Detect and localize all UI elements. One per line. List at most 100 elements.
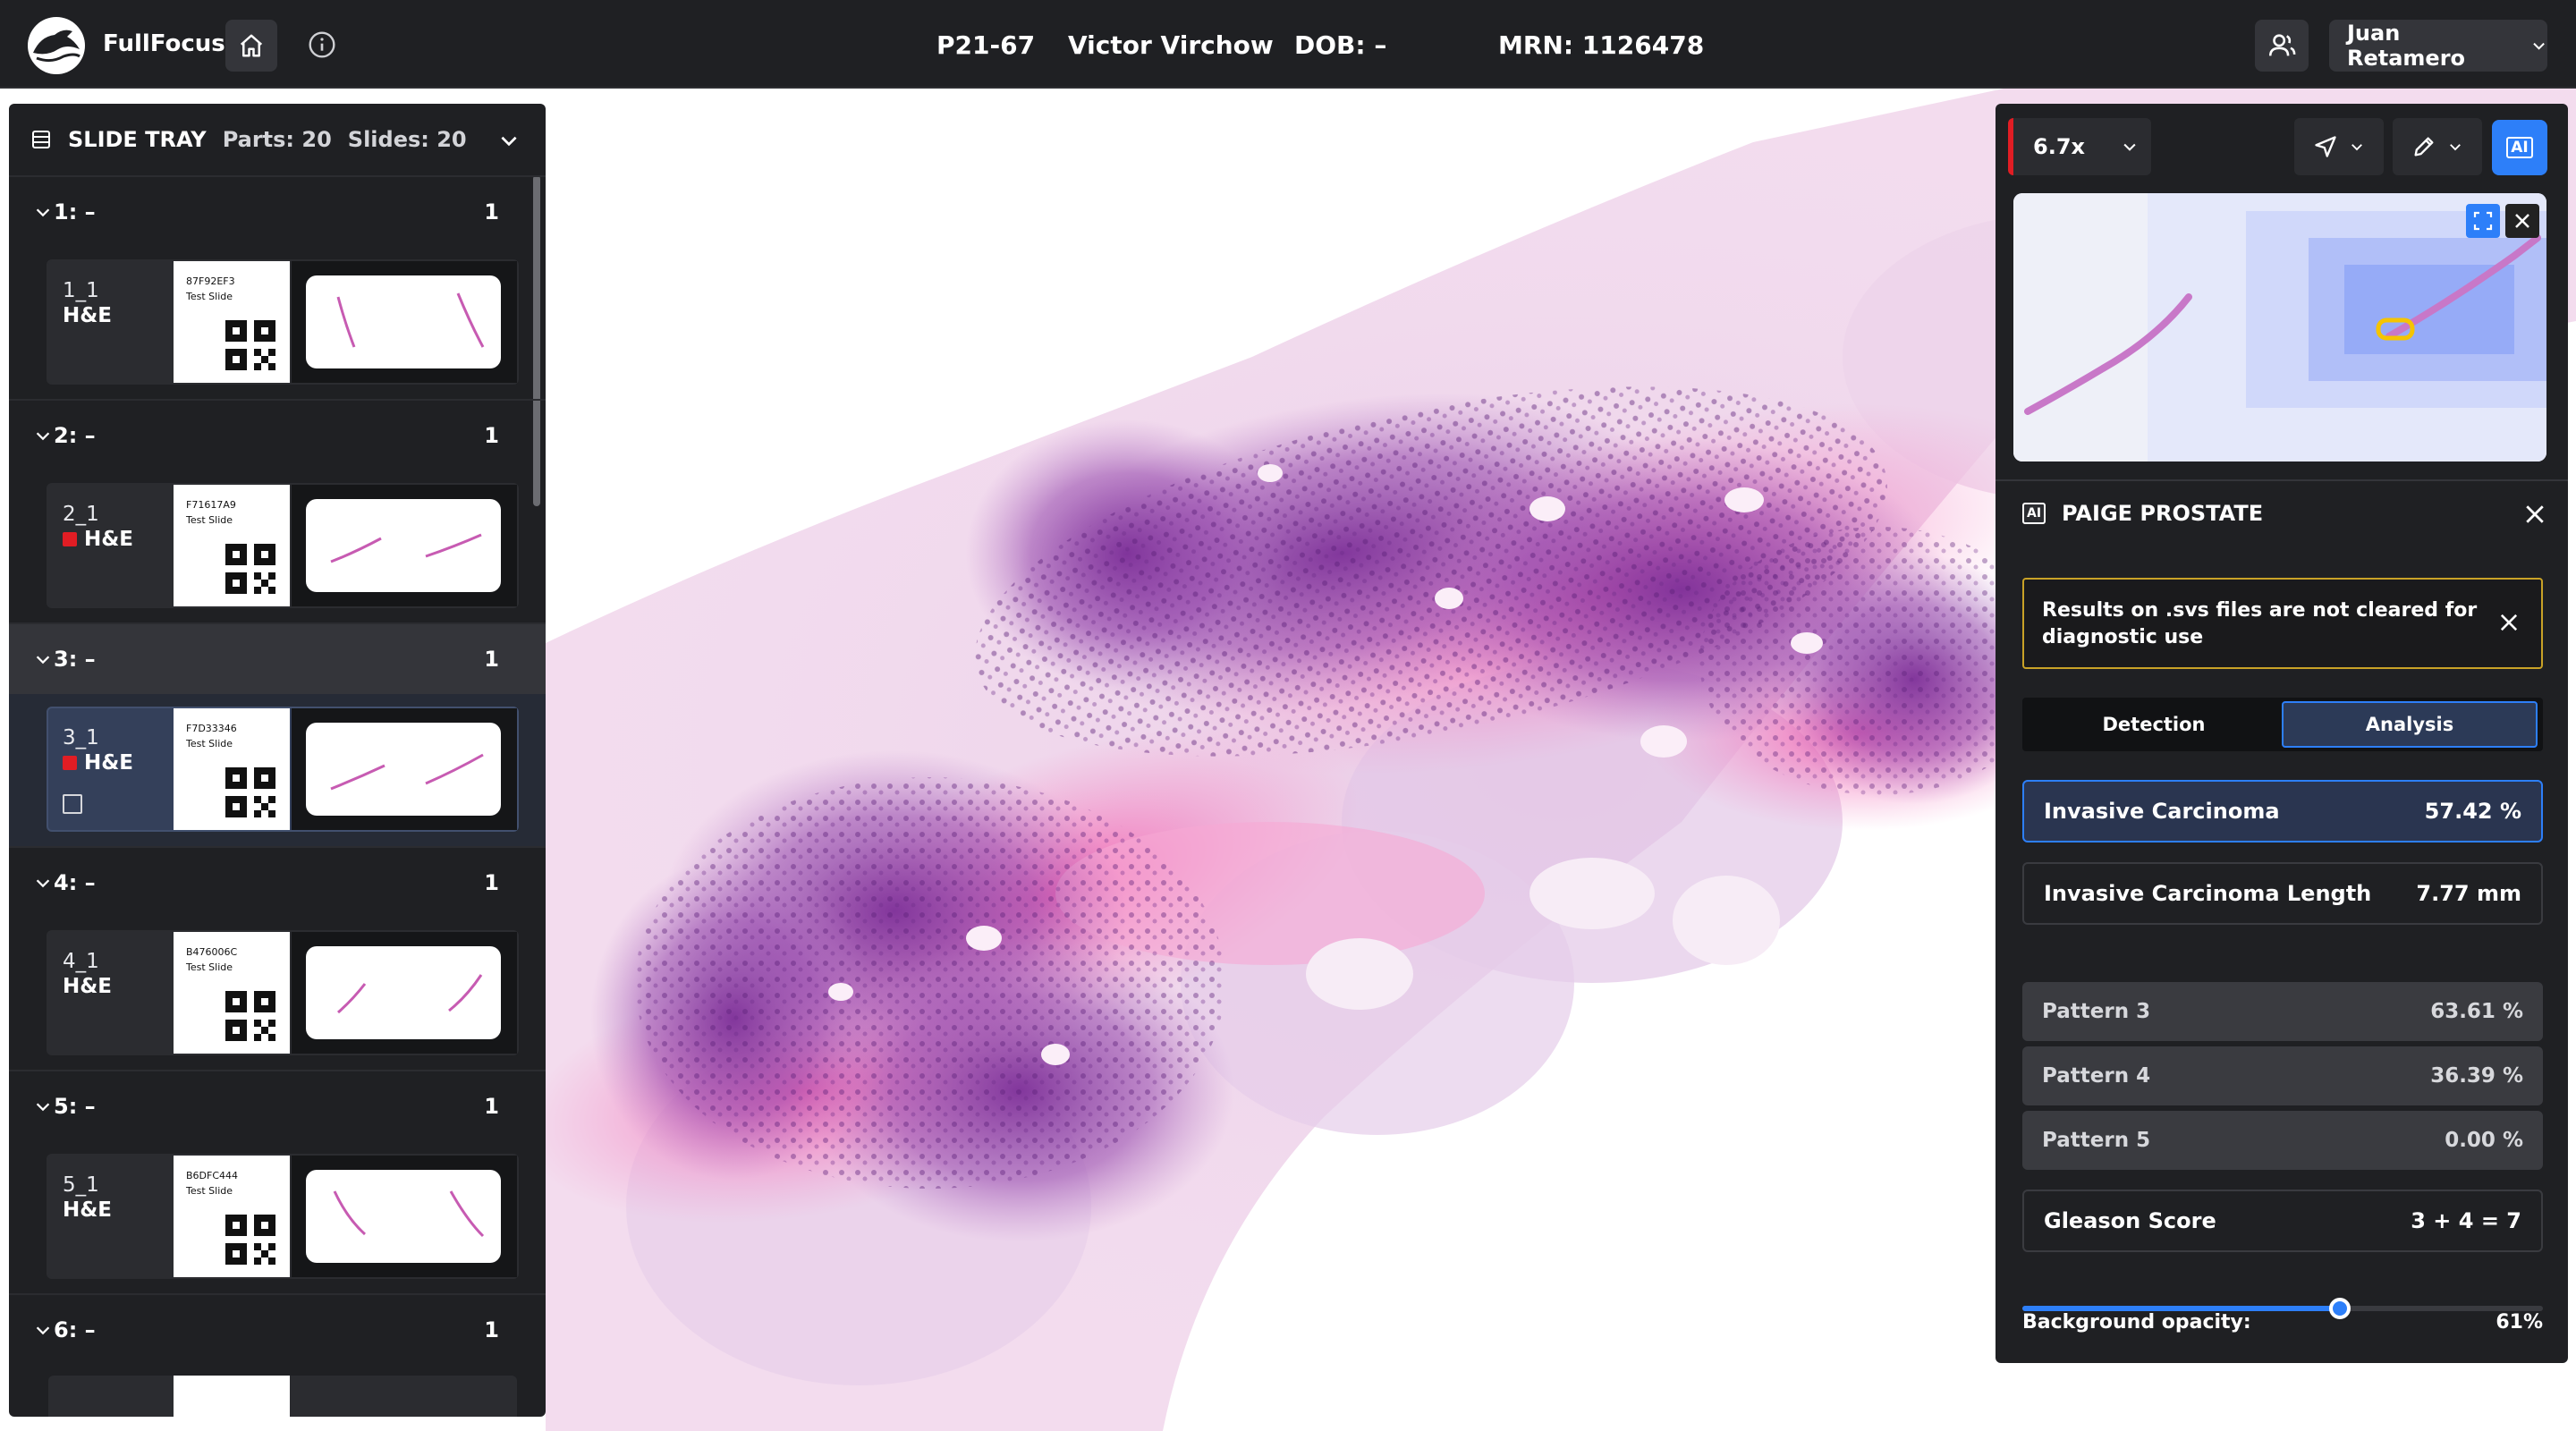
slide-card-row: 2_1 H&E F71617A9 Test Slide	[9, 470, 546, 622]
top-bar: FullFocus P21-67 Victor Virchow DOB: – M…	[0, 0, 2576, 89]
pencil-icon	[2414, 137, 2434, 157]
slide-card-row: 4_1 H&E B476006C Test Slide	[9, 918, 546, 1070]
metric-label: Pattern 3	[2042, 1000, 2151, 1023]
slide-label-text: Test Slide	[186, 514, 233, 526]
part-label: 3: –	[54, 647, 96, 672]
slide-code: B476006C	[186, 946, 238, 958]
part-count: 1	[484, 199, 499, 224]
slide-card-partial[interactable]	[48, 1376, 517, 1417]
stain-label: H&E	[84, 528, 134, 551]
close-icon[interactable]	[2496, 610, 2521, 635]
users-icon	[2268, 34, 2296, 56]
part-label: 5: –	[54, 1094, 96, 1119]
metric-value: 36.39 %	[2430, 1064, 2523, 1088]
tab-detection[interactable]: Detection	[2026, 701, 2282, 748]
pattern-4-result[interactable]: Pattern 4 36.39 %	[2022, 1046, 2543, 1105]
zoom-select[interactable]: 6.7x	[2008, 118, 2151, 175]
carcinoma-length-result[interactable]: Invasive Carcinoma Length 7.77 mm	[2022, 862, 2543, 925]
part-count: 1	[484, 1317, 499, 1342]
result-tabs: Detection Analysis	[2022, 698, 2543, 751]
opacity-value: 61%	[2496, 1311, 2543, 1334]
metric-value: 3 + 4 = 7	[2411, 1208, 2521, 1233]
stain-label: H&E	[84, 751, 134, 775]
expand-icon	[2473, 211, 2493, 231]
metric-value: 0.00 %	[2445, 1129, 2523, 1152]
info-button[interactable]	[304, 27, 340, 63]
part-count: 1	[484, 423, 499, 448]
opacity-row: Background opacity: 61%	[2022, 1311, 2543, 1334]
pattern-3-result[interactable]: Pattern 3 63.61 %	[2022, 982, 2543, 1041]
metric-label: Pattern 4	[2042, 1064, 2151, 1088]
user-menu-button[interactable]: Juan Retamero	[2329, 20, 2547, 72]
metric-label: Pattern 5	[2042, 1129, 2151, 1152]
slide-card[interactable]: 2_1 H&E F71617A9 Test Slide	[47, 483, 519, 608]
fullfocus-logo-icon[interactable]	[28, 17, 85, 74]
part-row[interactable]: 4: – 1	[9, 846, 546, 918]
metric-label: Invasive Carcinoma	[2044, 799, 2280, 824]
patient-dob: DOB: –	[1294, 30, 1387, 60]
analysis-panel: 6.7x AI AI PAIGE PROSTATE Results on .sv…	[1996, 104, 2568, 1363]
ai-panel-header: AI PAIGE PROSTATE	[2022, 501, 2263, 526]
slide-id: 5_1	[63, 1173, 99, 1197]
slide-tray-header[interactable]: SLIDE TRAY Parts: 20 Slides: 20	[9, 104, 546, 175]
part-row[interactable]: 1: – 1	[9, 175, 546, 247]
users-button[interactable]	[2255, 20, 2309, 72]
tray-parts-count: Parts: 20	[222, 127, 332, 152]
slide-label-text: Test Slide	[186, 961, 233, 973]
metric-label: Gleason Score	[2044, 1208, 2216, 1233]
stain-label: H&E	[63, 304, 113, 327]
part-row[interactable]: 5: – 1	[9, 1070, 546, 1141]
qr-code-icon	[225, 767, 275, 817]
gleason-score-result[interactable]: Gleason Score 3 + 4 = 7	[2022, 1190, 2543, 1252]
collapse-tray-icon[interactable]	[497, 129, 521, 152]
slide-label-thumbnail: F7D33346 Test Slide	[174, 708, 290, 830]
ai-toggle-button[interactable]: AI	[2492, 120, 2547, 175]
flag-icon	[63, 756, 77, 770]
slide-label-thumbnail: F71617A9 Test Slide	[174, 485, 290, 606]
close-overview-button[interactable]	[2505, 204, 2539, 238]
chevron-down-icon	[2533, 42, 2545, 50]
qr-code-icon	[225, 320, 275, 370]
chevron-down-icon	[36, 208, 50, 217]
slide-label-thumbnail: B476006C Test Slide	[174, 932, 290, 1054]
part-label: 6: –	[54, 1317, 96, 1342]
fit-to-screen-button[interactable]	[2466, 204, 2500, 238]
chevron-down-icon	[36, 656, 50, 665]
slide-label-text: Test Slide	[186, 1185, 233, 1197]
metric-value: 7.77 mm	[2416, 881, 2521, 906]
part-row[interactable]: 3: – 1	[9, 622, 546, 694]
tray-slides-count: Slides: 20	[347, 127, 467, 152]
slide-card[interactable]: 4_1 H&E B476006C Test Slide	[47, 930, 519, 1055]
home-button[interactable]	[225, 20, 277, 72]
ai-badge-icon: AI	[2022, 503, 2046, 524]
panel-divider	[1996, 479, 2568, 481]
part-label: 4: –	[54, 870, 96, 895]
close-icon[interactable]	[2521, 501, 2548, 528]
part-row[interactable]: 2: – 1	[9, 399, 546, 470]
slide-id: 2_1	[63, 503, 99, 526]
part-count: 1	[484, 870, 499, 895]
tab-analysis[interactable]: Analysis	[2282, 701, 2538, 748]
navigate-tool-select[interactable]	[2294, 118, 2384, 175]
invasive-carcinoma-result[interactable]: Invasive Carcinoma 57.42 %	[2022, 780, 2543, 843]
part-row[interactable]: 6: – 1	[9, 1293, 546, 1365]
slide-overview-map[interactable]	[2013, 193, 2546, 461]
slide-label-thumbnail: B6DFC444 Test Slide	[174, 1156, 290, 1277]
slide-thumbnail	[292, 485, 517, 606]
slide-card-selected[interactable]: 3_1 H&E F7D33346 Test Slide	[47, 707, 519, 832]
info-icon	[309, 31, 335, 58]
slide-checkbox[interactable]	[63, 794, 82, 814]
pattern-5-result[interactable]: Pattern 5 0.00 %	[2022, 1111, 2543, 1170]
slide-card[interactable]: 5_1 H&E B6DFC444 Test Slide	[47, 1154, 519, 1279]
slide-card[interactable]: 1_1 H&E 87F92EF3 Test Slide	[47, 259, 519, 385]
annotate-tool-select[interactable]	[2393, 118, 2482, 175]
part-label: 1: –	[54, 199, 96, 224]
chevron-down-icon	[36, 1103, 50, 1112]
tray-title: SLIDE TRAY	[68, 127, 207, 152]
slide-id: 3_1	[63, 726, 99, 749]
chevron-down-icon	[2351, 144, 2362, 151]
stain-label: H&E	[63, 1198, 113, 1222]
slide-card-row: 1_1 H&E 87F92EF3 Test Slide	[9, 247, 546, 399]
slide-label-text: Test Slide	[186, 738, 233, 749]
case-id: P21-67	[936, 30, 1036, 60]
